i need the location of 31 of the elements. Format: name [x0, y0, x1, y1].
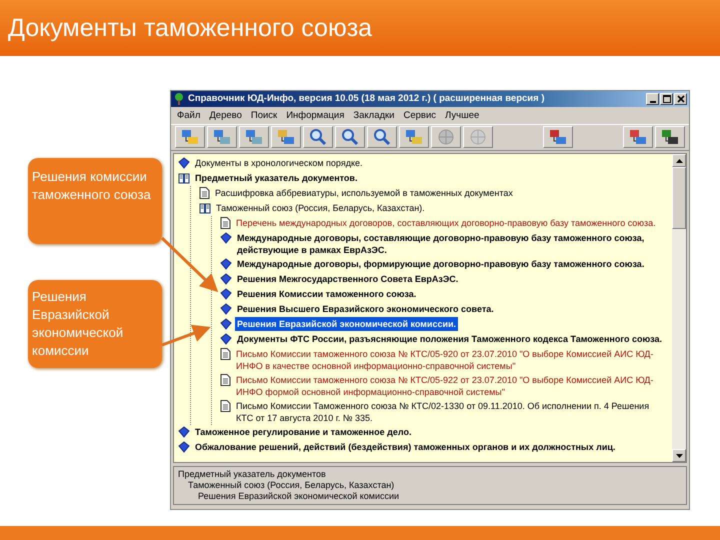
menu-item[interactable]: Сервис [404, 110, 436, 121]
tree-item[interactable]: Решения Комиссии таможенного союза. [235, 287, 418, 302]
callout-box: Решения комиссии таможенного союза [28, 158, 162, 244]
tree-item[interactable]: Перечень международных договоров, составляющих договорно-правовую базу таможенного союза. [234, 216, 658, 230]
tree-item[interactable]: Документы в хронологическом порядке. [193, 156, 365, 170]
menu-item[interactable]: Дерево [209, 110, 242, 121]
tree-item[interactable]: Таможенный союз (Россия, Беларусь, Казахстан). [214, 201, 427, 216]
tree-item[interactable]: Письмо Комиссии таможенного союза № КТС/05-920 от 23.07.2010 "О выборе Комиссией АИС ЮД-ИНФО в качестве основной информационно-справочной системы" [234, 347, 668, 374]
menu-item[interactable]: Информация [286, 110, 344, 121]
tree-item[interactable]: Международные договоры, формирующие договорно-правовую базу таможенного союза. [235, 257, 646, 272]
menu-item[interactable]: Поиск [250, 110, 278, 121]
menu-item[interactable]: Лучшее [445, 110, 480, 121]
path-line: Решения Евразийской экономической комиссии [197, 491, 400, 502]
path-line: Предметный указатель документов [178, 469, 327, 480]
menu-item[interactable]: Файл [177, 110, 200, 121]
tree-item[interactable]: Таможенное регулирование и таможенное дело. [193, 425, 414, 440]
tree-item[interactable]: Решения Евразийской экономической комиссии. [235, 317, 458, 332]
tree-item[interactable]: Письмо Комиссии Таможенного союза № КТС/02-1330 от 09.11.2010. Об исполнении п. 4 Решения КТС от 17 августа 2010 г. № 335. [234, 399, 668, 426]
slide-title: Документы таможенного союза [8, 14, 372, 42]
menu-item[interactable]: Закладки [353, 110, 394, 121]
tree-item[interactable]: Обжалование решений, действий (бездействия) таможенных органов и их должностных лиц. [193, 440, 618, 454]
tree-item[interactable]: Решения Межгосударственного Совета ЕврАзЭС. [235, 272, 460, 286]
path-line: Таможенный союз (Россия, Беларусь, Казахстан) [187, 480, 396, 491]
tree-item[interactable]: Документы ФТС России, разъясняющие положения Таможенного кодекса Таможенного союза. [235, 332, 664, 346]
tree-item[interactable]: Письмо Комиссии таможенного союза № КТС/05-922 от 23.07.2010 "О выборе Комиссией АИС ЮД-ИНФО формой основной информационно-справочной системы" [234, 373, 668, 400]
tree-item[interactable]: Расшифровка аббревиатуры, используемой в таможенных документах [213, 186, 515, 200]
callout-box: Решения Евразийской экономической комиссии [28, 280, 162, 368]
tree-item[interactable]: Международные договоры, составляющие договорно-правовую базу таможенного союза, действующие в рамках ЕврАзЭС. [235, 231, 668, 258]
tree-item[interactable]: Решения Высшего Евразийского экономического совета. [235, 302, 496, 316]
tree-item[interactable]: Предметный указатель документов. [193, 171, 360, 186]
window-title: Справочник ЮД-Инфо, версия 10.05 (18 мая 2012 г.) ( расширенная версия ) [188, 93, 546, 104]
